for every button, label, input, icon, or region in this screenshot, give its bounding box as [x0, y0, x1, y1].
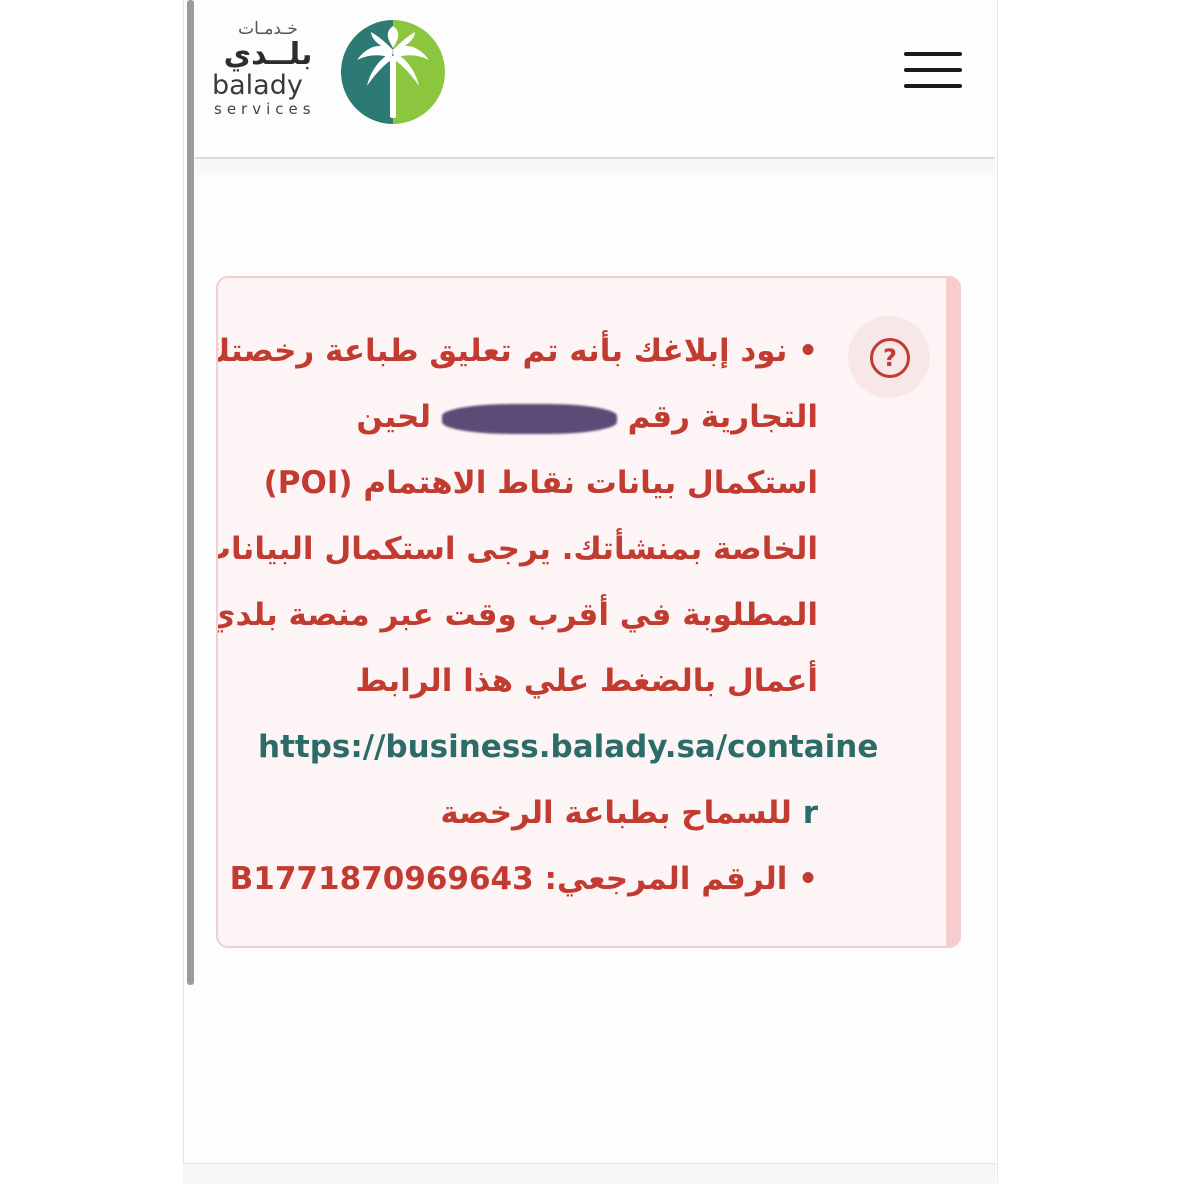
bottom-toolbar: [183, 1163, 996, 1184]
logo-english-name: balady: [212, 70, 303, 101]
reference-label: • الرقم المرجعي:: [544, 861, 819, 897]
alert-line-4: الخاصة بمنشأتك. يرجى استكمال البيانات: [216, 531, 818, 567]
logo-arabic-services: خـدمـات: [238, 19, 298, 39]
menu-bar-top: [904, 52, 962, 56]
header-divider: [195, 159, 995, 175]
alert-line-6: أعمال بالضغط علي هذا الرابط: [355, 663, 818, 699]
license-label: التجارية رقم: [627, 399, 818, 435]
alert-line-2: التجارية رقم لحين: [258, 384, 818, 450]
alert-line-5: المطلوبة في أقرب وقت عبر منصة بلدي: [216, 597, 818, 633]
hamburger-menu-button[interactable]: [904, 52, 962, 88]
alert-line-8: r للسماح بطباعة الرخصة: [258, 780, 818, 846]
question-circle-icon: ?: [870, 338, 910, 378]
business-portal-link[interactable]: https://business.balady.sa/containe: [258, 714, 878, 780]
suspension-alert: ? • نود إبلاغك بأنه تم تعليق طباعة رخصتك…: [216, 276, 961, 948]
business-portal-link-end[interactable]: r: [803, 795, 818, 831]
balady-palm-logo-icon[interactable]: [341, 20, 445, 124]
redacted-license-number: [441, 403, 617, 434]
until-word: لحين: [356, 399, 431, 435]
reference-number-line: • الرقم المرجعي: B1771870969643: [230, 846, 819, 912]
reference-value: B1771870969643: [229, 861, 534, 897]
alert-accent-bar: [946, 278, 959, 946]
alert-line-1: • نود إبلاغك بأنه تم تعليق طباعة رخصتك: [216, 333, 818, 369]
alert-line-3: استكمال بيانات نقاط الاهتمام (POI): [263, 465, 818, 501]
balady-logo-text[interactable]: خـدمـات بلــدي balady services: [212, 20, 324, 118]
help-button[interactable]: ?: [848, 316, 930, 398]
alert-message: • نود إبلاغك بأنه تم تعليق طباعة رخصتك ا…: [216, 318, 878, 912]
menu-bar-bottom: [904, 84, 962, 88]
scrollbar[interactable]: [187, 0, 194, 985]
logo-arabic-name: بلــدي: [223, 37, 313, 72]
logo-english-services: services: [214, 100, 316, 118]
print-permission-text: للسماح بطباعة الرخصة: [440, 795, 792, 831]
menu-bar-middle: [904, 68, 962, 72]
